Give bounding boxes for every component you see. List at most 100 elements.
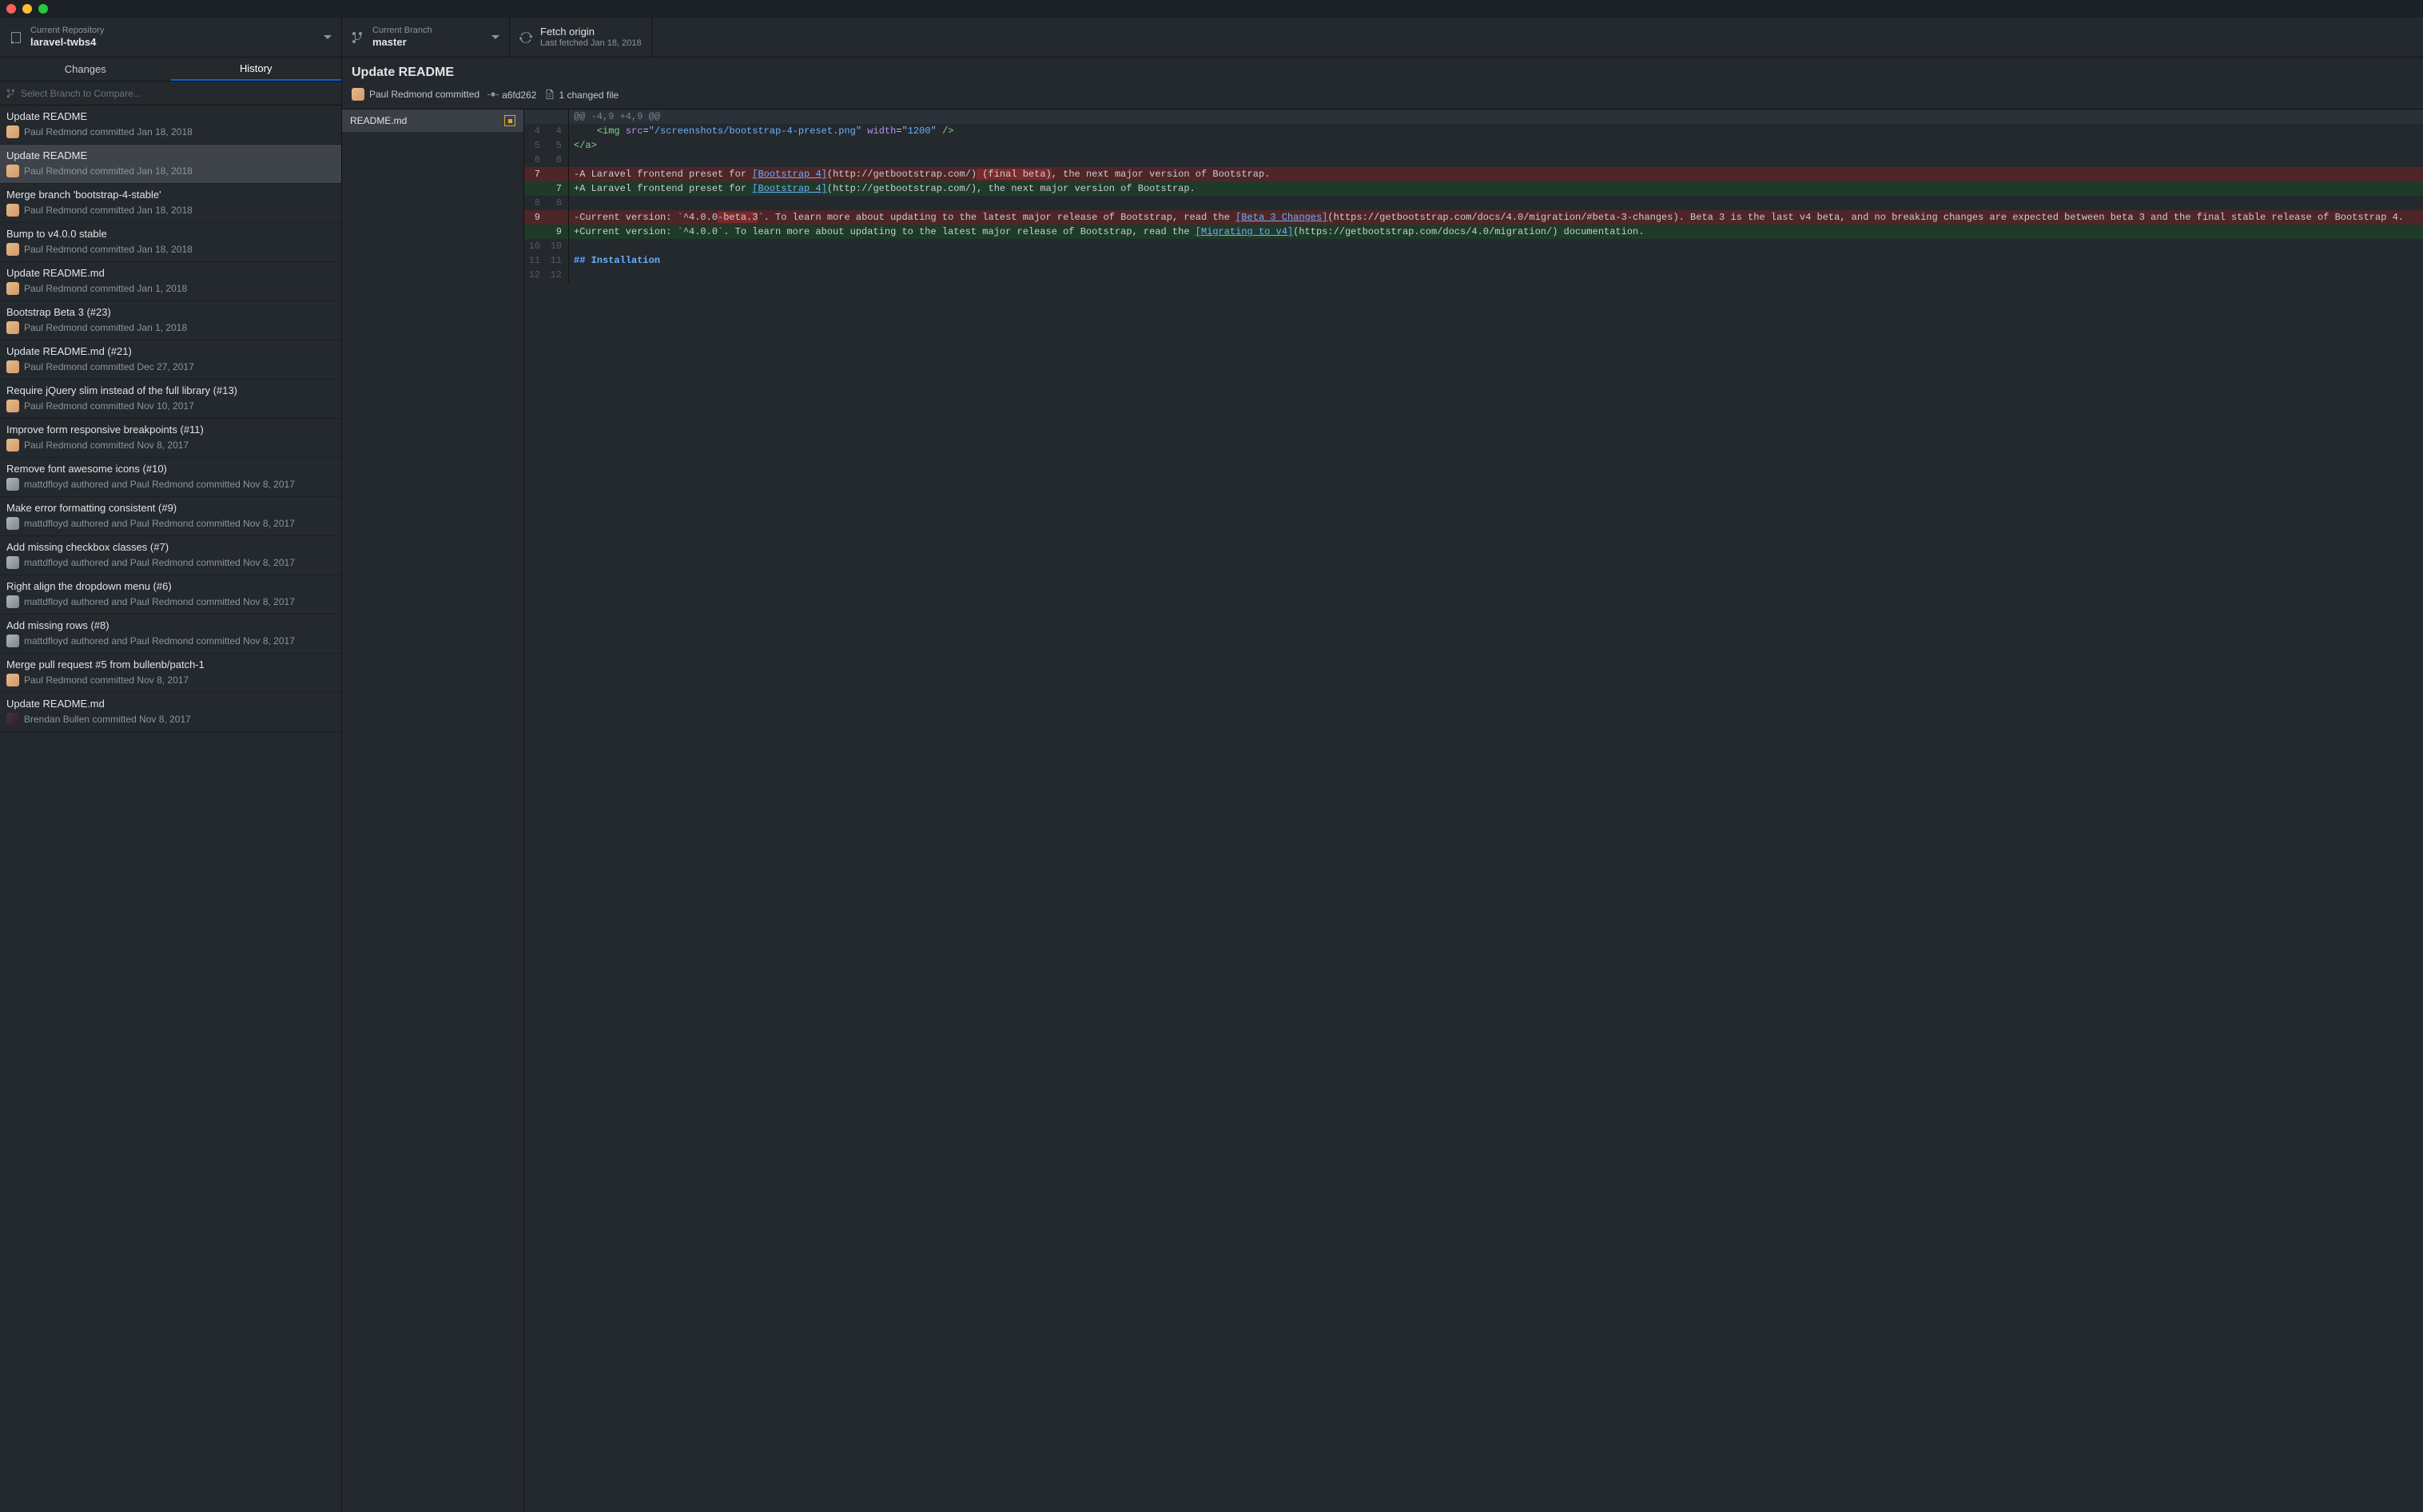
tab-changes[interactable]: Changes xyxy=(0,58,171,81)
commit-item-meta: Paul Redmond committed Jan 18, 2018 xyxy=(6,204,335,217)
avatar xyxy=(6,556,19,569)
avatar xyxy=(6,439,19,452)
diff-line-del: -A Laravel frontend preset for [Bootstra… xyxy=(569,167,2423,181)
commit-item-title: Improve form responsive breakpoints (#11… xyxy=(6,424,335,436)
branch-icon xyxy=(352,31,364,44)
branch-selector[interactable]: Current Branch master xyxy=(342,18,510,57)
chevron-down-icon xyxy=(491,34,499,42)
commit-item-title: Merge pull request #5 from bullenb/patch… xyxy=(6,659,335,670)
toolbar: Current Repository laravel-twbs4 Current… xyxy=(0,18,2423,58)
commit-item[interactable]: Update README.md Paul Redmond committed J… xyxy=(0,262,341,301)
commit-sha: a6fd262 xyxy=(502,90,536,101)
compare-branch-input[interactable]: Select Branch to Compare... xyxy=(0,82,341,105)
diff-line: </a> xyxy=(569,138,2423,153)
commit-item[interactable]: Make error formatting consistent (#9) mat… xyxy=(0,497,341,536)
commit-item-title: Update README.md xyxy=(6,267,335,279)
avatar xyxy=(6,674,19,686)
commit-item-title: Update README xyxy=(6,110,335,122)
commit-item-meta-text: Paul Redmond committed Jan 1, 2018 xyxy=(24,322,187,333)
commit-item-title: Make error formatting consistent (#9) xyxy=(6,502,335,514)
commit-item[interactable]: Update README.md Brendan Bullen committed… xyxy=(0,693,341,732)
commit-item-meta-text: mattdfloyd authored and Paul Redmond com… xyxy=(24,518,295,529)
diff-line: ## Installation xyxy=(569,253,2423,268)
commit-item-meta-text: Paul Redmond committed Jan 18, 2018 xyxy=(24,165,193,177)
commit-item-meta: Paul Redmond committed Nov 10, 2017 xyxy=(6,400,335,412)
commit-item-meta: Paul Redmond committed Nov 8, 2017 xyxy=(6,439,335,452)
sync-icon xyxy=(519,31,532,44)
commit-item-title: Right align the dropdown menu (#6) xyxy=(6,580,335,592)
commit-item-meta-text: Paul Redmond committed Nov 8, 2017 xyxy=(24,674,189,686)
changed-files: 1 changed file xyxy=(559,90,619,101)
commit-item-meta: Paul Redmond committed Nov 8, 2017 xyxy=(6,674,335,686)
avatar xyxy=(6,282,19,295)
repo-icon xyxy=(10,31,22,44)
commit-item-meta-text: Paul Redmond committed Jan 18, 2018 xyxy=(24,205,193,216)
diff-line-add: +Current version: `^4.0.0`. To learn mor… xyxy=(569,225,2423,239)
commit-item[interactable]: Merge branch 'bootstrap-4-stable' Paul Re… xyxy=(0,184,341,223)
maximize-icon[interactable] xyxy=(38,4,48,14)
avatar xyxy=(6,165,19,177)
commit-item-title: Update README.md xyxy=(6,698,335,710)
commit-item[interactable]: Merge pull request #5 from bullenb/patch… xyxy=(0,654,341,693)
commit-item-title: Bootstrap Beta 3 (#23) xyxy=(6,306,335,318)
commit-title: Update README xyxy=(352,66,2413,80)
commit-item[interactable]: Update READMEPaul Redmond committed Jan … xyxy=(0,105,341,145)
commit-item[interactable]: Update READMEPaul Redmond committed Jan … xyxy=(0,145,341,184)
diff-view[interactable]: @@ -4,9 +4,9 @@ 44 <img src="/screenshot… xyxy=(524,109,2423,1512)
avatar xyxy=(6,204,19,217)
repo-selector[interactable]: Current Repository laravel-twbs4 xyxy=(0,18,342,57)
commit-item-meta-text: Paul Redmond committed Dec 27, 2017 xyxy=(24,361,194,372)
commit-item-meta: Paul Redmond committed Dec 27, 2017 xyxy=(6,360,335,373)
commit-item[interactable]: Add missing checkbox classes (#7) mattdfl… xyxy=(0,536,341,575)
commit-item[interactable]: Update README.md (#21)Paul Redmond commi… xyxy=(0,340,341,380)
commit-item-meta: mattdfloyd authored and Paul Redmond com… xyxy=(6,517,335,530)
close-icon[interactable] xyxy=(6,4,16,14)
diff-line xyxy=(569,196,2423,210)
commit-item-meta: Paul Redmond committed Jan 1, 2018 xyxy=(6,321,335,334)
fetch-status: Last fetched Jan 18, 2018 xyxy=(540,38,642,49)
commit-item-meta-text: Paul Redmond committed Jan 1, 2018 xyxy=(24,283,187,294)
commit-list[interactable]: Update README Paul Redmond committed Jan … xyxy=(0,105,341,1512)
compare-placeholder: Select Branch to Compare... xyxy=(21,88,141,99)
minimize-icon[interactable] xyxy=(22,4,32,14)
chevron-down-icon xyxy=(324,34,332,42)
modified-icon xyxy=(504,115,515,126)
fetch-label: Fetch origin xyxy=(540,26,642,38)
commit-item[interactable]: Bootstrap Beta 3 (#23) Paul Redmond commi… xyxy=(0,301,341,340)
diff-line-add: +A Laravel frontend preset for [Bootstra… xyxy=(569,181,2423,196)
commit-item-title: Add missing checkbox classes (#7) xyxy=(6,541,335,553)
commit-item-title: Merge branch 'bootstrap-4-stable' xyxy=(6,189,335,201)
fetch-button[interactable]: Fetch origin Last fetched Jan 18, 2018 xyxy=(510,18,652,57)
avatar xyxy=(6,713,19,726)
commit-item-meta-text: Paul Redmond committed Nov 8, 2017 xyxy=(24,440,189,451)
commit-item-meta: mattdfloyd authored and Paul Redmond com… xyxy=(6,556,335,569)
diff-line-del: -Current version: `^4.0.0-beta.3`. To le… xyxy=(569,210,2423,225)
commit-item[interactable]: Right align the dropdown menu (#6)mattdf… xyxy=(0,575,341,615)
repo-name: laravel-twbs4 xyxy=(30,36,104,49)
branch-icon xyxy=(6,89,16,98)
commit-detail: Update README Paul Redmond committed a6f… xyxy=(342,58,2423,1512)
commit-item[interactable]: Add missing rows (#8)mattdfloyd authored… xyxy=(0,615,341,654)
file-item[interactable]: README.md xyxy=(342,109,523,132)
diff-line xyxy=(569,239,2423,253)
branch-label: Current Branch xyxy=(372,26,432,36)
file-name: README.md xyxy=(350,115,407,126)
commit-item[interactable]: Improve form responsive breakpoints (#11… xyxy=(0,419,341,458)
commit-item-meta-text: Brendan Bullen committed Nov 8, 2017 xyxy=(24,714,191,725)
commit-item-title: Bump to v4.0.0 stable xyxy=(6,228,335,240)
diff-line: <img src="/screenshots/bootstrap-4-prese… xyxy=(569,124,2423,138)
commit-item-meta-text: mattdfloyd authored and Paul Redmond com… xyxy=(24,557,295,568)
avatar xyxy=(6,595,19,608)
tab-history[interactable]: History xyxy=(171,58,342,81)
commit-item[interactable]: Remove font awesome icons (#10)mattdfloy… xyxy=(0,458,341,497)
commit-item-title: Add missing rows (#8) xyxy=(6,619,335,631)
commit-item-meta-text: Paul Redmond committed Jan 18, 2018 xyxy=(24,244,193,255)
avatar xyxy=(6,243,19,256)
commit-item-meta: Paul Redmond committed Jan 1, 2018 xyxy=(6,282,335,295)
commit-item-meta: mattdfloyd authored and Paul Redmond com… xyxy=(6,478,335,491)
commit-item[interactable]: Require jQuery slim instead of the full … xyxy=(0,380,341,419)
avatar xyxy=(6,400,19,412)
commit-item-meta: Paul Redmond committed Jan 18, 2018 xyxy=(6,165,335,177)
commit-item[interactable]: Bump to v4.0.0 stable Paul Redmond commit… xyxy=(0,223,341,262)
avatar xyxy=(352,88,364,101)
